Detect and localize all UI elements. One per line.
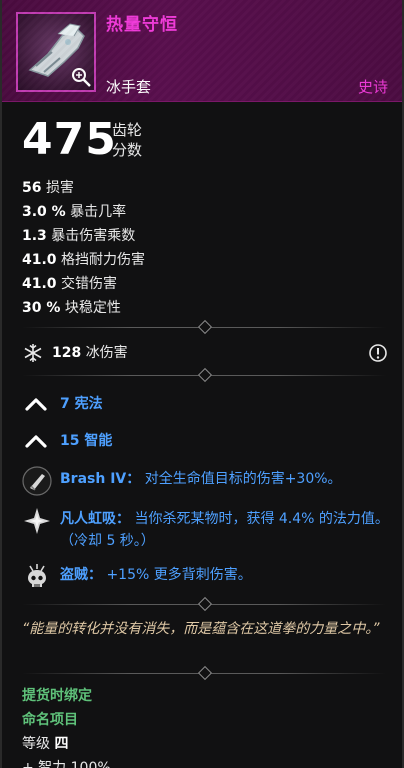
perk-name: 凡人虹吸： (60, 511, 130, 527)
gear-score-label-line1: 齿轮 (112, 121, 143, 139)
perk-name: 盗贼： (60, 567, 102, 583)
gear-score-value: 475 (22, 114, 117, 165)
perk-text: Brash IV： 对全生命值目标的伤害+30%。 (60, 468, 394, 490)
section-divider (22, 665, 386, 681)
perk-text: 盗贼： +15% 更多背刺伤害。 (60, 564, 394, 586)
divider-gem-icon (197, 367, 213, 383)
stat-label: 损害 (45, 180, 74, 196)
exclamation-icon[interactable] (368, 343, 388, 363)
perk-name: Brash IV： (60, 471, 141, 487)
item-tooltip: 热量守恒 冰手套 史诗 475 齿轮 分数 56 损害 3.0 % 暴击几率 1… (0, 0, 404, 768)
stat-row: 1.3 暴击伤害乘数 (22, 224, 145, 248)
skull-perk-icon (28, 564, 46, 587)
ice-damage-value: 128 (52, 345, 82, 361)
stat-value: 41.0 (22, 252, 57, 268)
damage-row: 128 冰伤害 (22, 342, 388, 364)
stat-row: 41.0 交错伤害 (22, 272, 145, 296)
tier-label: 等级 (22, 736, 50, 752)
magnify-icon[interactable] (70, 66, 92, 88)
brash-perk-icon (22, 466, 52, 496)
perk-text: 凡人虹吸： 当你杀死某物时，获得 4.4% 的法力值。（冷却 5 秒。） (60, 508, 394, 552)
ice-damage-label: 冰伤害 (85, 345, 128, 361)
stat-label: 暴击几率 (70, 204, 127, 220)
stat-label: 暴击伤害乘数 (51, 228, 136, 244)
tier-value: 四 (54, 736, 69, 752)
snowflake-icon (24, 344, 42, 362)
perk-description: 对全生命值目标的伤害+30%。 (144, 471, 342, 487)
attribute-intelligence: 15 智能 (60, 433, 113, 449)
stat-label: 块稳定性 (64, 300, 121, 316)
stat-value: 3.0 % (22, 204, 66, 220)
stat-list: 56 损害 3.0 % 暴击几率 1.3 暴击伤害乘数 41.0 格挡耐力伤害 … (22, 176, 145, 320)
tier-row: 等级 四 (22, 734, 68, 754)
stat-value: 1.3 (22, 228, 47, 244)
named-item-label: 命名项目 (22, 712, 78, 728)
item-rarity: 史诗 (357, 78, 388, 96)
cutoff-row: + 智力 100% (22, 760, 111, 768)
chevron-up-icon (25, 435, 47, 448)
stat-label: 交错伤害 (61, 276, 117, 292)
stat-value: 30 % (22, 300, 61, 316)
perk-row: 凡人虹吸： 当你杀死某物时，获得 4.4% 的法力值。（冷却 5 秒。） (22, 506, 392, 554)
item-name: 热量守恒 (106, 15, 178, 35)
gear-score-label: 齿轮 分数 (112, 120, 142, 160)
section-divider (22, 319, 386, 335)
item-header: 热量守恒 冰手套 史诗 (2, 0, 402, 102)
bind-on-pickup: 提货时绑定 (22, 688, 92, 704)
perk-description: +15% 更多背刺伤害。 (106, 567, 252, 583)
perk-row: Brash IV： 对全生命值目标的伤害+30%。 (22, 466, 392, 496)
divider-gem-icon (197, 319, 213, 335)
section-divider (22, 596, 386, 612)
stat-row: 41.0 格挡耐力伤害 (22, 248, 145, 272)
item-type: 冰手套 (106, 78, 152, 96)
stat-row: 3.0 % 暴击几率 (22, 200, 145, 224)
section-divider (22, 367, 386, 383)
chevron-up-icon (25, 398, 47, 411)
stat-value: 41.0 (22, 276, 57, 292)
flavor-text: “能量的转化并没有消失，而是蕴含在这道拳的力量之中。” (22, 621, 380, 637)
sparkle-perk-icon (24, 508, 50, 534)
ice-damage-text: 128 冰伤害 (52, 343, 128, 363)
stat-row: 56 损害 (22, 176, 145, 200)
divider-gem-icon (197, 665, 213, 681)
stat-row: 30 % 块稳定性 (22, 296, 145, 320)
stat-label: 格挡耐力伤害 (61, 252, 145, 268)
stat-value: 56 (22, 180, 42, 196)
gear-score-label-line2: 分数 (112, 141, 143, 159)
perk-row: 盗贼： +15% 更多背刺伤害。 (22, 562, 392, 592)
divider-gem-icon (197, 596, 213, 612)
attribute-constitution: 7 宪法 (60, 396, 103, 412)
